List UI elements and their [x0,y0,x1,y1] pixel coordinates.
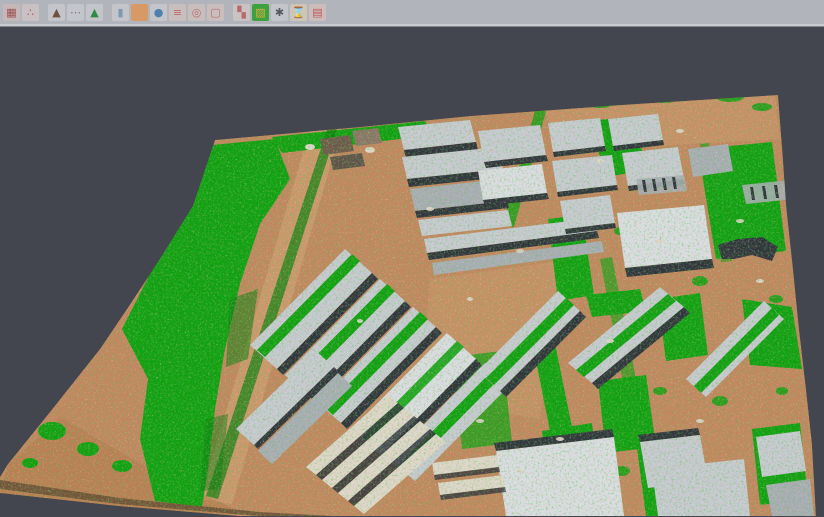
point-cloud-icon[interactable]: ⋯ [67,4,84,21]
checkerboard-icon[interactable]: ▚ [233,4,250,21]
toolbar-separator [225,0,232,24]
3d-viewport[interactable] [0,26,824,517]
side-panel-icon[interactable]: ▮ [112,4,129,21]
vegetation-hill-icon[interactable]: ▲ [86,4,103,21]
point-cloud-render[interactable] [0,27,824,516]
hourglass-icon[interactable]: ⌛ [290,4,307,21]
point-pairs-icon[interactable]: ∴ [22,4,39,21]
globe-icon[interactable]: ● [150,4,167,21]
app-window: ▦∴ ▲⋯▲ ▮ ●≡◎▢ ▚▨✱⌛▤ [0,0,824,517]
dark-wheel-icon[interactable]: ✱ [271,4,288,21]
ortho-tile-icon[interactable] [131,4,148,21]
target-ring-icon[interactable]: ◎ [188,4,205,21]
toolbar-separator [40,0,47,24]
toolbar: ▦∴ ▲⋯▲ ▮ ●≡◎▢ ▚▨✱⌛▤ [0,0,824,26]
terrain-mesh-icon[interactable]: ▲ [48,4,65,21]
classified-map-icon[interactable]: ▨ [252,4,269,21]
classification-palette-icon[interactable]: ▦ [3,4,20,21]
toolbar-separator [104,0,111,24]
layers-icon[interactable]: ≡ [169,4,186,21]
selection-box-icon[interactable]: ▢ [207,4,224,21]
flag-stripes-icon[interactable]: ▤ [309,4,326,21]
